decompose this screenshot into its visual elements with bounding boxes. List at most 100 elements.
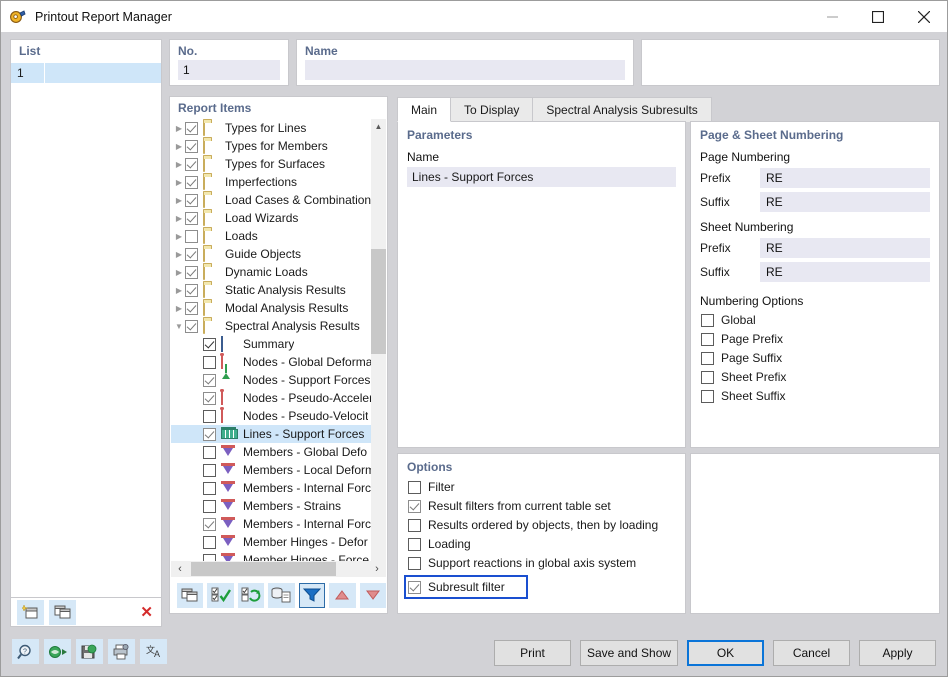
copy-item-button[interactable] [177, 583, 203, 608]
tree-item-checkbox[interactable] [185, 140, 198, 153]
option-checkbox[interactable] [408, 500, 421, 513]
numbering-option-row[interactable]: Global [701, 313, 939, 327]
tree-item[interactable]: Nodes - Support Forces [171, 371, 386, 389]
tree-item[interactable]: ▶Guide Objects [171, 245, 386, 263]
tree-item[interactable]: Members - Internal Forc [171, 479, 386, 497]
filter-icon[interactable] [299, 583, 325, 608]
tree-item-checkbox[interactable] [185, 320, 198, 333]
tree-item-checkbox[interactable] [185, 122, 198, 135]
option-checkbox[interactable] [408, 519, 421, 532]
tree-vertical-scrollbar[interactable]: ▲ [371, 119, 386, 561]
tree-item-checkbox[interactable] [185, 212, 198, 225]
tree-item-checkbox[interactable] [203, 392, 216, 405]
close-button[interactable] [901, 1, 947, 32]
scroll-up-icon[interactable]: ▲ [371, 119, 386, 134]
maximize-button[interactable] [855, 1, 901, 32]
magnifier-icon[interactable]: ? [12, 639, 39, 664]
tree-item-checkbox[interactable] [185, 266, 198, 279]
chevron-right-icon[interactable]: ▶ [173, 304, 185, 313]
parameter-row[interactable]: Lines - Support Forces [407, 167, 676, 187]
tree-item-checkbox[interactable] [203, 536, 216, 549]
option-row[interactable]: Loading [408, 537, 685, 551]
numbering-option-checkbox[interactable] [701, 371, 714, 384]
apply-button[interactable]: Apply [859, 640, 936, 666]
minimize-button[interactable] [809, 1, 855, 32]
tree-item[interactable]: ▶Types for Surfaces [171, 155, 386, 173]
option-row[interactable]: Support reactions in global axis system [408, 556, 685, 570]
scroll-right-icon[interactable]: › [368, 561, 386, 577]
sheet-suffix-input[interactable] [760, 262, 930, 282]
tree-item-checkbox[interactable] [203, 482, 216, 495]
name-input[interactable] [305, 60, 625, 80]
tree-item[interactable]: ▶Load Cases & Combination [171, 191, 386, 209]
chevron-right-icon[interactable]: ▶ [173, 124, 185, 133]
tree-item-checkbox[interactable] [185, 248, 198, 261]
tree-item[interactable]: Nodes - Pseudo-Velocit [171, 407, 386, 425]
invert-selection-icon[interactable] [238, 583, 264, 608]
numbering-option-checkbox[interactable] [701, 333, 714, 346]
tree-item[interactable]: ▼Spectral Analysis Results [171, 317, 386, 335]
tree-item-checkbox[interactable] [203, 446, 216, 459]
tree-item[interactable]: Nodes - Pseudo-Acceler [171, 389, 386, 407]
tree-item-checkbox[interactable] [203, 356, 216, 369]
numbering-option-row[interactable]: Page Prefix [701, 332, 939, 346]
tree-item[interactable]: ▶Static Analysis Results [171, 281, 386, 299]
preview-icon[interactable] [44, 639, 71, 664]
tree-item-checkbox[interactable] [203, 464, 216, 477]
language-icon[interactable]: 文 A [140, 639, 167, 664]
table-export-icon[interactable] [268, 583, 294, 608]
ok-button[interactable]: OK [687, 640, 764, 666]
option-checkbox[interactable] [408, 581, 421, 594]
arrow-down-icon[interactable] [360, 583, 386, 608]
save-icon[interactable] [76, 639, 103, 664]
numbering-option-row[interactable]: Sheet Prefix [701, 370, 939, 384]
tree-item[interactable]: ▶Loads [171, 227, 386, 245]
tab-spectral-analysis-subresults[interactable]: Spectral Analysis Subresults [532, 97, 711, 122]
tree-item[interactable]: ▶Imperfections [171, 173, 386, 191]
numbering-option-checkbox[interactable] [701, 390, 714, 403]
numbering-option-checkbox[interactable] [701, 352, 714, 365]
tree-item-checkbox[interactable] [203, 428, 216, 441]
report-items-tree[interactable]: ▶Types for Lines▶Types for Members▶Types… [171, 119, 386, 577]
tree-item[interactable]: Members - Internal Forc [171, 515, 386, 533]
check-all-icon[interactable] [207, 583, 233, 608]
chevron-right-icon[interactable]: ▶ [173, 268, 185, 277]
list-item[interactable]: 1 [11, 63, 161, 83]
tree-item[interactable]: ▶Types for Lines [171, 119, 386, 137]
cancel-button[interactable]: Cancel [773, 640, 850, 666]
tree-item[interactable]: ▶Types for Members [171, 137, 386, 155]
chevron-right-icon[interactable]: ▶ [173, 286, 185, 295]
tree-horizontal-scrollbar[interactable]: ‹ › [171, 561, 386, 577]
chevron-right-icon[interactable]: ▶ [173, 142, 185, 151]
tree-item-checkbox[interactable] [185, 284, 198, 297]
tree-item-checkbox[interactable] [185, 176, 198, 189]
scroll-left-icon[interactable]: ‹ [171, 561, 189, 577]
tree-item[interactable]: Summary [171, 335, 386, 353]
copy-list-button[interactable] [49, 600, 76, 625]
chevron-down-icon[interactable]: ▼ [173, 322, 185, 331]
printer-icon[interactable] [108, 639, 135, 664]
page-prefix-input[interactable] [760, 168, 930, 188]
tree-item[interactable]: Member Hinges - Defor [171, 533, 386, 551]
numbering-option-row[interactable]: Sheet Suffix [701, 389, 939, 403]
new-list-button[interactable] [17, 600, 44, 625]
tab-to-display[interactable]: To Display [450, 97, 533, 122]
tree-item-checkbox[interactable] [203, 338, 216, 351]
chevron-right-icon[interactable]: ▶ [173, 160, 185, 169]
save-and-show-button[interactable]: Save and Show [580, 640, 678, 666]
option-checkbox[interactable] [408, 557, 421, 570]
tree-item-checkbox[interactable] [185, 230, 198, 243]
chevron-right-icon[interactable]: ▶ [173, 214, 185, 223]
tab-main[interactable]: Main [397, 97, 451, 122]
option-row[interactable]: Filter [408, 480, 685, 494]
sheet-prefix-input[interactable] [760, 238, 930, 258]
option-row[interactable]: Results ordered by objects, then by load… [408, 518, 685, 532]
tree-item-checkbox[interactable] [203, 500, 216, 513]
chevron-right-icon[interactable]: ▶ [173, 178, 185, 187]
tree-item[interactable]: Members - Local Deform [171, 461, 386, 479]
numbering-option-row[interactable]: Page Suffix [701, 351, 939, 365]
tree-vscroll-thumb[interactable] [371, 249, 386, 354]
print-button[interactable]: Print [494, 640, 571, 666]
tree-item[interactable]: Members - Strains [171, 497, 386, 515]
tree-item[interactable]: ▶Modal Analysis Results [171, 299, 386, 317]
